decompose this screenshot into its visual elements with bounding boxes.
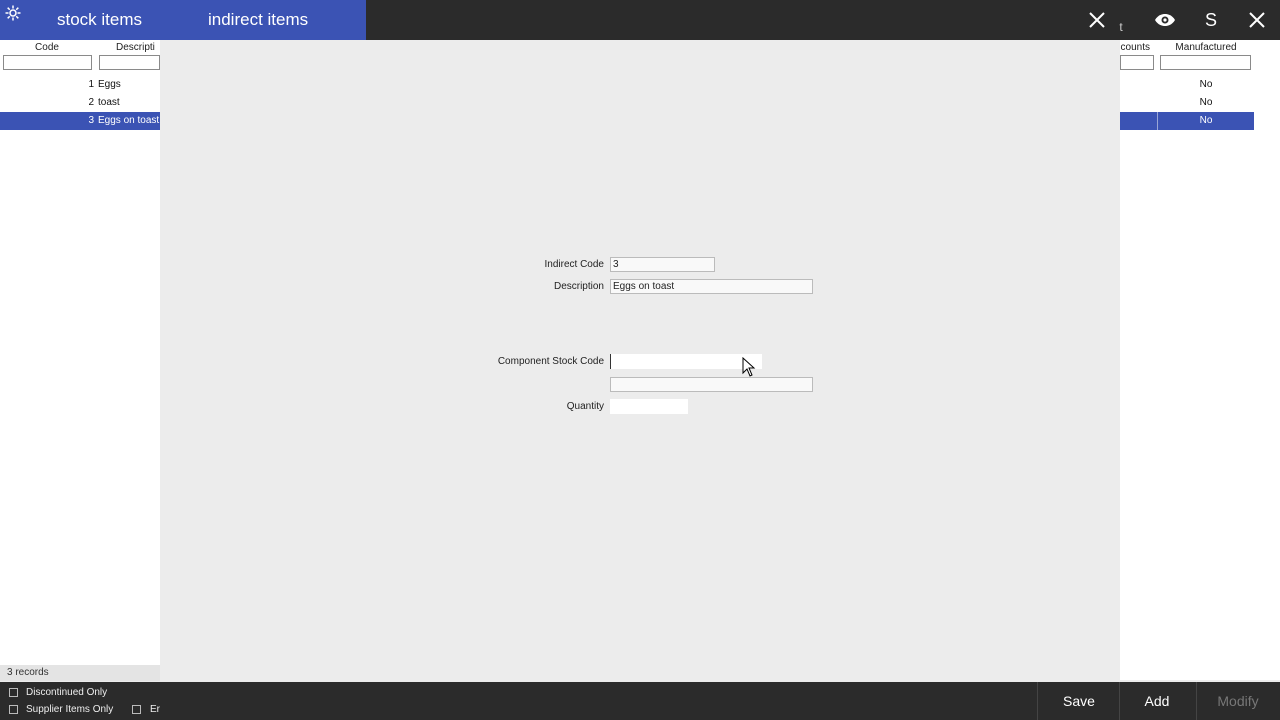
table-row[interactable]: 1 Eggs — [0, 76, 160, 94]
quantity-input[interactable] — [610, 399, 688, 414]
third-filter-label: Er — [150, 704, 160, 715]
third-filter-checkbox[interactable] — [132, 705, 141, 714]
row-manufactured: No — [1199, 115, 1213, 126]
close-window-icon[interactable] — [1244, 0, 1270, 40]
record-count: 3 records — [0, 665, 160, 681]
table-row-selected[interactable]: 3 Eggs on toast — [0, 112, 160, 130]
supplier-items-only-label: Supplier Items Only — [26, 704, 114, 715]
row-manufactured: No — [1199, 97, 1213, 108]
eye-icon[interactable] — [1150, 0, 1180, 40]
table-row[interactable]: No — [1120, 76, 1254, 94]
save-button-label: Save — [1063, 693, 1095, 709]
tab-stock-items[interactable]: stock items — [57, 0, 142, 40]
add-button-label: Add — [1144, 693, 1170, 709]
title-bar: stock items indirect items t S — [0, 0, 1280, 40]
component-stock-code-label: Component Stock Code — [497, 356, 604, 367]
table-row[interactable]: 2 toast — [0, 94, 160, 112]
row-description: Eggs — [98, 79, 121, 90]
bottom-toolbar: Discontinued Only Supplier Items Only Er… — [0, 682, 1280, 720]
row-code: 1 — [88, 79, 94, 90]
code-filter-input[interactable] — [3, 55, 92, 70]
component-stock-code-input[interactable] — [610, 354, 762, 369]
column-header-manufactured[interactable]: Manufactured — [1160, 40, 1252, 56]
indirect-code-label: Indirect Code — [544, 259, 604, 270]
stock-list-grid: Code Descripti 1 Eggs 2 toast 3 Eggs on … — [0, 40, 160, 680]
row-manufactured: No — [1199, 79, 1213, 90]
modify-button[interactable]: Modify — [1197, 682, 1279, 720]
row-code: 3 — [88, 115, 94, 126]
column-header-code[interactable]: Code — [4, 40, 90, 56]
row-description: toast — [98, 97, 120, 108]
stock-list-grid-right: counts Manufactured No No No — [1120, 40, 1280, 680]
column-header-description[interactable]: Descripti — [98, 40, 160, 56]
description-field[interactable] — [610, 279, 813, 294]
save-button[interactable]: Save — [1040, 682, 1118, 720]
component-description-field — [610, 377, 813, 392]
manufactured-filter-input[interactable] — [1160, 55, 1251, 70]
add-button[interactable]: Add — [1120, 682, 1194, 720]
supplier-items-only-checkbox[interactable] — [9, 705, 18, 714]
description-label: Description — [553, 281, 604, 292]
table-row[interactable]: No — [1120, 94, 1254, 112]
discontinued-only-checkbox[interactable] — [9, 688, 18, 697]
table-row-selected[interactable]: No — [1120, 112, 1254, 130]
indirect-code-field[interactable] — [610, 257, 715, 272]
mouse-pointer-icon — [742, 357, 756, 377]
titlebar-t-label: t — [1119, 20, 1123, 34]
tab-group: stock items indirect items — [0, 0, 366, 40]
column-header-counts[interactable]: counts — [1120, 40, 1154, 56]
tab-indirect-items[interactable]: indirect items — [208, 0, 308, 40]
discontinued-only-label: Discontinued Only — [26, 687, 108, 698]
row-code: 2 — [88, 97, 94, 108]
s-button[interactable]: S — [1198, 0, 1224, 40]
close-icon[interactable] — [1084, 0, 1110, 40]
row-description: Eggs on toast — [98, 115, 160, 126]
description-filter-input[interactable] — [99, 55, 160, 70]
counts-filter-input[interactable] — [1120, 55, 1154, 70]
separator — [1037, 682, 1038, 720]
gear-icon[interactable] — [4, 4, 22, 22]
quantity-label: Quantity — [566, 401, 604, 412]
modify-button-label: Modify — [1217, 693, 1259, 709]
